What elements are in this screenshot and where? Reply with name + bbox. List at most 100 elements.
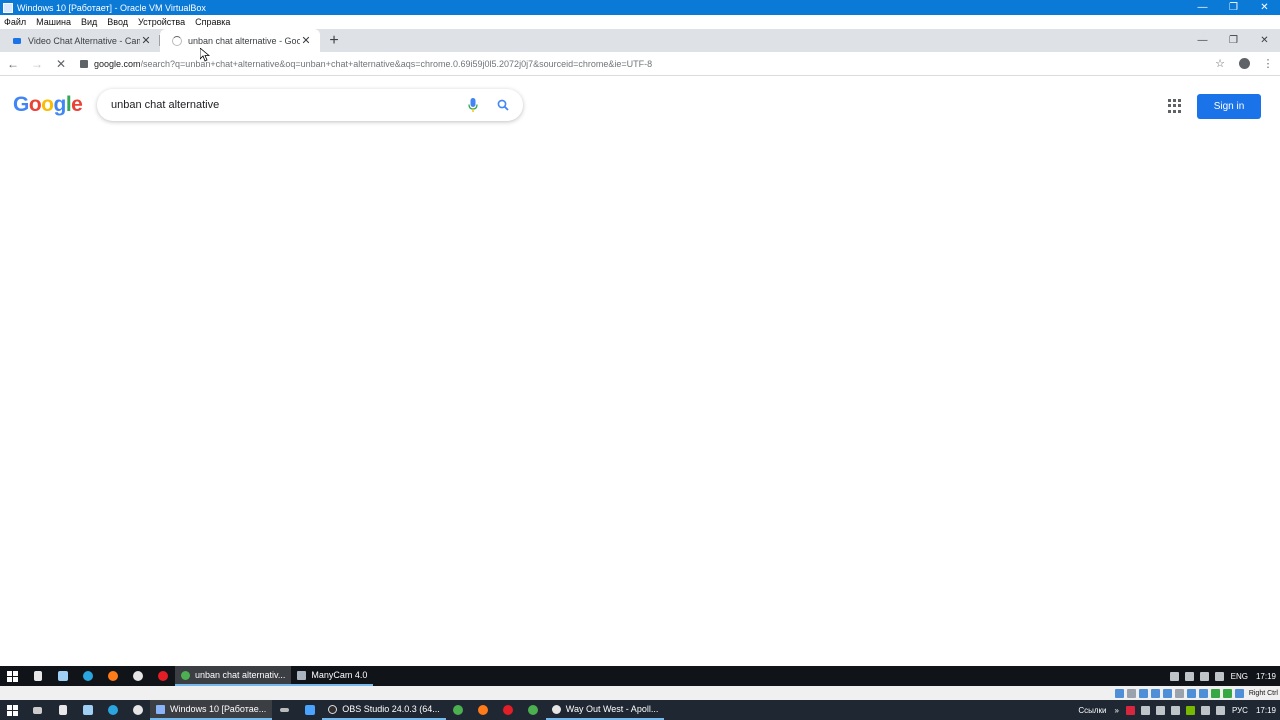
- chevron-right-icon[interactable]: »: [1114, 706, 1118, 715]
- network-icon[interactable]: [1169, 671, 1179, 681]
- windows-start-icon[interactable]: [0, 666, 25, 686]
- virtualbox-icon: [3, 2, 13, 13]
- window-title: Windows 10 [Работает] - Oracle VM Virtua…: [17, 2, 206, 13]
- sign-in-button[interactable]: Sign in: [1197, 94, 1261, 119]
- monitor-icon[interactable]: [297, 700, 322, 720]
- tab-label: unban chat alternative - Google S: [188, 35, 300, 46]
- url-path: /search?q=unban+chat+alternative&oq=unba…: [140, 58, 653, 69]
- tab-google-search[interactable]: unban chat alternative - Google S ✕: [160, 29, 320, 52]
- opera-icon[interactable]: [496, 700, 521, 720]
- minimize-button[interactable]: —: [1187, 0, 1218, 15]
- skype-icon[interactable]: [75, 666, 100, 686]
- chrome-icon: [181, 670, 190, 680]
- calculator-icon[interactable]: [50, 700, 75, 720]
- browser-close-button[interactable]: ✕: [1249, 29, 1280, 52]
- gear-icon[interactable]: [1170, 705, 1180, 715]
- taskbar-item-obs[interactable]: OBS Studio 24.0.3 (64...: [322, 700, 446, 720]
- guest-system-tray: ENG 17:19: [1167, 666, 1280, 686]
- taskbar-item-chrome[interactable]: unban chat alternativ...: [175, 666, 292, 686]
- chrome-icon[interactable]: [521, 700, 546, 720]
- mail-icon[interactable]: [1125, 705, 1135, 715]
- firefox-icon[interactable]: [100, 666, 125, 686]
- microphone-icon[interactable]: [459, 98, 487, 112]
- taskbar-item-yandex[interactable]: Way Out West - Apoll...: [545, 700, 665, 720]
- bookmark-star-icon[interactable]: ☆: [1208, 53, 1232, 75]
- profile-button[interactable]: [1232, 53, 1256, 75]
- links-toolbar-label[interactable]: Ссылки: [1078, 706, 1106, 715]
- notepad-icon[interactable]: [50, 666, 75, 686]
- language-indicator[interactable]: РУС: [1232, 706, 1248, 715]
- google-logo[interactable]: Google: [13, 93, 83, 117]
- taskbar-item-manycam[interactable]: ManyCam 4.0: [291, 666, 374, 686]
- chrome-icon[interactable]: [446, 700, 471, 720]
- monitor-icon[interactable]: [1199, 671, 1209, 681]
- tab-close-icon[interactable]: ✕: [300, 34, 312, 47]
- google-apps-icon[interactable]: [1168, 99, 1182, 113]
- opera-tray-icon[interactable]: [1140, 705, 1150, 715]
- close-button[interactable]: ✕: [1249, 0, 1280, 15]
- browser-toolbar: ← → ✕ google.com /search?q=unban+chat+al…: [0, 52, 1280, 76]
- pen-icon[interactable]: [1155, 705, 1165, 715]
- menu-help[interactable]: Справка: [195, 17, 230, 27]
- nvidia-icon[interactable]: [1185, 705, 1195, 715]
- skype-icon[interactable]: [100, 700, 125, 720]
- taskbar-item-virtualbox[interactable]: Windows 10 [Работае...: [150, 700, 273, 720]
- tab-video-chat[interactable]: Video Chat Alternative - Cam Ch ✕: [0, 29, 160, 52]
- taskbar-item-label: Windows 10 [Работае...: [170, 704, 267, 714]
- host-key-label: Right Ctrl: [1248, 689, 1278, 697]
- menu-view[interactable]: Вид: [81, 17, 97, 27]
- cpu-activity-icon[interactable]: [1211, 688, 1221, 698]
- language-indicator[interactable]: ENG: [1231, 672, 1248, 681]
- forward-button[interactable]: →: [26, 53, 48, 75]
- keyboard-capture-icon[interactable]: [1235, 688, 1245, 698]
- network-icon[interactable]: [1200, 705, 1210, 715]
- usb-icon[interactable]: [1163, 688, 1173, 698]
- display-icon[interactable]: [1187, 688, 1197, 698]
- windows-start-icon[interactable]: [0, 700, 25, 720]
- tab-close-icon[interactable]: ✕: [140, 34, 152, 47]
- printer-icon[interactable]: [1184, 671, 1194, 681]
- yandex-browser-icon[interactable]: [125, 666, 150, 686]
- menu-machine[interactable]: Машина: [36, 17, 71, 27]
- audio-icon[interactable]: [1139, 688, 1149, 698]
- host-system-tray: Ссылки » РУС 17:19: [1074, 700, 1280, 720]
- firefox-icon[interactable]: [471, 700, 496, 720]
- volume-icon[interactable]: [1215, 705, 1225, 715]
- virtualbox-menu-bar: Файл Машина Вид Ввод Устройства Справка: [0, 15, 1280, 29]
- settings-icon[interactable]: [272, 700, 297, 720]
- optical-drive-icon[interactable]: [1127, 688, 1137, 698]
- stop-loading-button[interactable]: ✕: [50, 53, 72, 75]
- mouse-integration-icon[interactable]: [1223, 688, 1233, 698]
- shared-folders-icon[interactable]: [1175, 688, 1185, 698]
- volume-icon[interactable]: [1214, 671, 1224, 681]
- virtualbox-title-bar[interactable]: Windows 10 [Работает] - Oracle VM Virtua…: [0, 0, 1280, 15]
- browser-restore-button[interactable]: ❐: [1218, 29, 1249, 52]
- calculator-icon[interactable]: [25, 666, 50, 686]
- taskbar-item-label: unban chat alternativ...: [195, 670, 286, 680]
- menu-devices[interactable]: Устройства: [138, 17, 185, 27]
- menu-file[interactable]: Файл: [4, 17, 26, 27]
- clock[interactable]: 17:19: [1256, 672, 1276, 681]
- opera-icon[interactable]: [150, 666, 175, 686]
- notepad-icon[interactable]: [75, 700, 100, 720]
- lock-icon[interactable]: [80, 59, 88, 68]
- browser-minimize-button[interactable]: —: [1187, 29, 1218, 52]
- address-bar[interactable]: google.com /search?q=unban+chat+alternat…: [76, 54, 1204, 74]
- network-adapter-icon[interactable]: [1151, 688, 1161, 698]
- clock[interactable]: 17:19: [1256, 706, 1276, 715]
- search-icon[interactable]: [487, 99, 519, 111]
- logo-letter: o: [28, 93, 42, 116]
- yandex-browser-icon[interactable]: [125, 700, 150, 720]
- search-input[interactable]: [111, 99, 459, 111]
- menu-kebab-icon[interactable]: ⋮: [1256, 53, 1280, 75]
- new-tab-button[interactable]: +: [320, 29, 348, 52]
- hard-disk-icon[interactable]: [1115, 688, 1125, 698]
- guest-taskbar: unban chat alternativ... ManyCam 4.0 ENG…: [0, 666, 1280, 686]
- restore-button[interactable]: ❐: [1218, 0, 1249, 15]
- video-capture-icon[interactable]: [1199, 688, 1209, 698]
- browser-window-controls: — ❐ ✕: [1187, 29, 1280, 52]
- menu-input[interactable]: Ввод: [107, 17, 128, 27]
- back-button[interactable]: ←: [2, 53, 24, 75]
- task-view-icon[interactable]: [25, 700, 50, 720]
- obs-icon: [328, 704, 338, 714]
